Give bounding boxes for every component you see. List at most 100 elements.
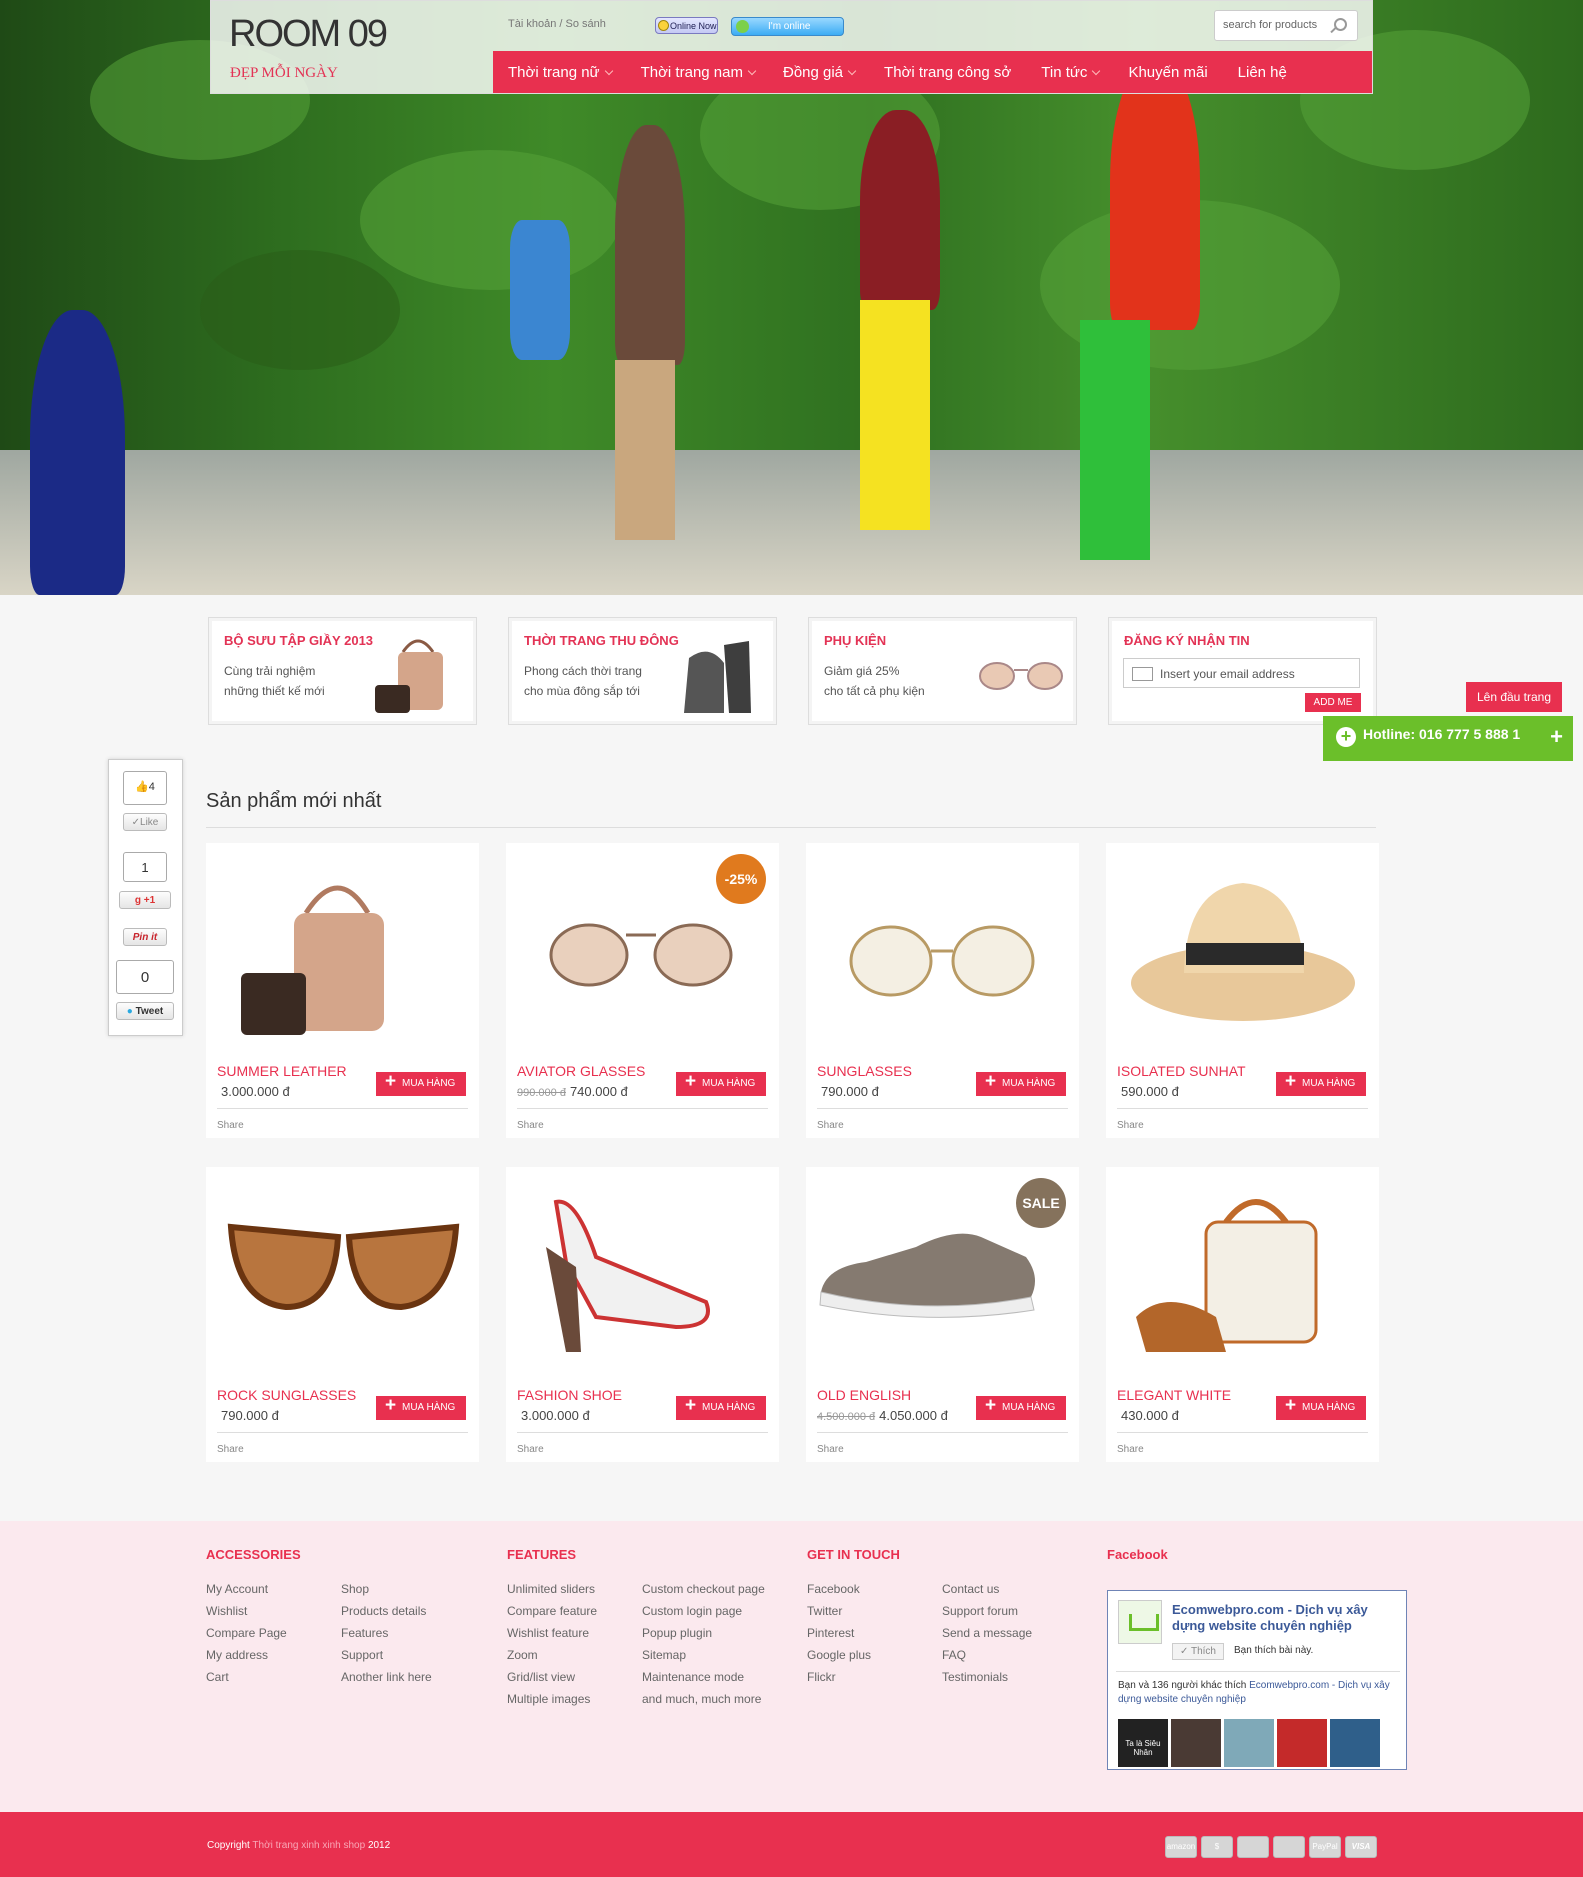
footer-link[interactable]: Another link here — [341, 1666, 432, 1688]
nav-item-thoi-trang-nam[interactable]: Thời trang nam — [641, 51, 757, 93]
nav-item-tin-tuc[interactable]: Tin tức — [1041, 51, 1101, 93]
tweet-button[interactable]: ● Tweet — [116, 1002, 174, 1020]
product-image-bag-shoes[interactable] — [206, 843, 479, 1043]
footer-link[interactable]: Compare Page — [206, 1622, 287, 1644]
footer-link[interactable]: Google plus — [807, 1644, 871, 1666]
fb-like-button[interactable]: ✓Like — [123, 813, 167, 831]
product-name[interactable]: ROCK SUNGLASSES — [217, 1387, 356, 1403]
footer-link[interactable]: Zoom — [507, 1644, 597, 1666]
footer-link[interactable]: Multiple images — [507, 1688, 597, 1710]
footer-link[interactable]: Popup plugin — [642, 1622, 765, 1644]
footer-link[interactable]: Contact us — [942, 1578, 1032, 1600]
product-card[interactable]: -25% AVIATOR GLASSES 990.000 đ 740.000 đ … — [506, 843, 779, 1138]
nav-item-cong-so[interactable]: Thời trang công sở — [884, 51, 1011, 93]
buy-button[interactable]: MUA HÀNG — [676, 1395, 766, 1420]
buy-button[interactable]: MUA HÀNG — [1276, 1071, 1366, 1096]
email-field[interactable]: Insert your email address — [1123, 658, 1360, 688]
gplus-button[interactable]: g +1 — [119, 891, 171, 909]
hotline-bar[interactable]: + Hotline: 016 777 5 888 1 + — [1323, 716, 1573, 761]
back-to-top-button[interactable]: Lên đầu trang — [1466, 682, 1562, 712]
footer-link[interactable]: Unlimited sliders — [507, 1578, 597, 1600]
buy-button[interactable]: MUA HÀNG — [1276, 1395, 1366, 1420]
pinit-button[interactable]: Pin it — [123, 928, 167, 946]
product-name[interactable]: AVIATOR GLASSES — [517, 1063, 645, 1079]
nav-item-dong-gia[interactable]: Đồng giá — [783, 51, 857, 93]
product-card[interactable]: ROCK SUNGLASSES 790.000 đ MUA HÀNG Share — [206, 1167, 479, 1462]
footer-link[interactable]: Sitemap — [642, 1644, 765, 1666]
nav-item-khuyen-mai[interactable]: Khuyến mãi — [1128, 51, 1207, 93]
nav-item-lien-he[interactable]: Liên hệ — [1238, 51, 1287, 93]
product-image-sunglasses[interactable] — [806, 843, 1079, 1043]
product-name[interactable]: SUMMER LEATHER — [217, 1063, 347, 1079]
share-link[interactable]: Share — [517, 1444, 544, 1455]
add-me-button[interactable]: ADD ME — [1305, 693, 1361, 712]
footer-link[interactable]: Shop — [341, 1578, 432, 1600]
nav-item-thoi-trang-nu[interactable]: Thời trang nữ — [508, 51, 613, 93]
skype-status-button[interactable]: I'm online — [731, 17, 844, 36]
footer-link[interactable]: Wishlist — [206, 1600, 287, 1622]
avatar[interactable] — [1330, 1719, 1380, 1767]
buy-button[interactable]: MUA HÀNG — [976, 1395, 1066, 1420]
share-link[interactable]: Share — [817, 1120, 844, 1131]
product-card[interactable]: SALE OLD ENGLISH 4.500.000 đ 4.050.000 đ … — [806, 1167, 1079, 1462]
product-name[interactable]: FASHION SHOE — [517, 1387, 622, 1403]
footer-link[interactable]: Wishlist feature — [507, 1622, 597, 1644]
avatar[interactable] — [1277, 1719, 1327, 1767]
promo-accessories[interactable]: PHỤ KIỆN Giảm giá 25% cho tất cả phụ kiệ… — [808, 617, 1077, 725]
footer-link[interactable]: My address — [206, 1644, 287, 1666]
promo-shoes-2013[interactable]: BỘ SƯU TẬP GIẦY 2013 Cùng trải nghiệm nh… — [208, 617, 477, 725]
product-card[interactable]: SUNGLASSES 790.000 đ MUA HÀNG Share — [806, 843, 1079, 1138]
share-link[interactable]: Share — [1117, 1444, 1144, 1455]
buy-button[interactable]: MUA HÀNG — [376, 1395, 466, 1420]
product-card[interactable]: ELEGANT WHITE 430.000 đ MUA HÀNG Share — [1106, 1167, 1379, 1462]
site-logo[interactable]: ROOM 09 — [229, 13, 388, 56]
footer-link[interactable]: Custom checkout page — [642, 1578, 765, 1600]
footer-link[interactable]: Support — [341, 1644, 432, 1666]
product-name[interactable]: SUNGLASSES — [817, 1063, 912, 1079]
fb-page-name[interactable]: Ecomwebpro.com - Dịch vụ xây dựng websit… — [1172, 1602, 1392, 1634]
share-link[interactable]: Share — [217, 1120, 244, 1131]
avatar[interactable] — [1224, 1719, 1274, 1767]
product-image-elegant-white[interactable] — [1106, 1167, 1379, 1367]
footer-link[interactable]: Cart — [206, 1666, 287, 1688]
buy-button[interactable]: MUA HÀNG — [676, 1071, 766, 1096]
product-name[interactable]: OLD ENGLISH — [817, 1387, 911, 1403]
footer-link[interactable]: Products details — [341, 1600, 432, 1622]
yahoo-status-button[interactable]: Online Now — [655, 17, 718, 34]
footer-link[interactable]: Grid/list view — [507, 1666, 597, 1688]
share-link[interactable]: Share — [517, 1120, 544, 1131]
expand-plus-icon[interactable]: + — [1550, 724, 1563, 750]
footer-link[interactable]: Flickr — [807, 1666, 871, 1688]
product-name[interactable]: ELEGANT WHITE — [1117, 1387, 1231, 1403]
share-link[interactable]: Share — [817, 1444, 844, 1455]
product-image-rock-sunglasses[interactable] — [206, 1167, 479, 1367]
account-compare-links[interactable]: Tài khoản / So sánh — [508, 18, 606, 30]
footer-link[interactable]: Custom login page — [642, 1600, 765, 1622]
buy-button[interactable]: MUA HÀNG — [976, 1071, 1066, 1096]
share-link[interactable]: Share — [217, 1444, 244, 1455]
footer-link[interactable]: Testimonials — [942, 1666, 1032, 1688]
promo-autumn-winter[interactable]: THỜI TRANG THU ĐÔNG Phong cách thời tran… — [508, 617, 777, 725]
buy-button[interactable]: MUA HÀNG — [376, 1071, 466, 1096]
footer-link[interactable]: Features — [341, 1622, 432, 1644]
share-link[interactable]: Share — [1117, 1120, 1144, 1131]
avatar[interactable]: Ta là Siêu Nhân — [1118, 1719, 1168, 1767]
product-card[interactable]: SUMMER LEATHER 3.000.000 đ MUA HÀNG Shar… — [206, 843, 479, 1138]
footer-link[interactable]: Facebook — [807, 1578, 871, 1600]
footer-link[interactable]: FAQ — [942, 1644, 1032, 1666]
footer-link[interactable]: My Account — [206, 1578, 287, 1600]
footer-link[interactable]: and much, much more — [642, 1688, 765, 1710]
footer-link[interactable]: Twitter — [807, 1600, 871, 1622]
product-name[interactable]: ISOLATED SUNHAT — [1117, 1063, 1246, 1079]
search-input[interactable]: search for products — [1214, 10, 1358, 41]
product-card[interactable]: FASHION SHOE 3.000.000 đ MUA HÀNG Share — [506, 1167, 779, 1462]
footer-link[interactable]: Send a message — [942, 1622, 1032, 1644]
copyright-link[interactable]: Thời trang xinh xinh shop — [252, 1840, 365, 1851]
cart-logo-icon[interactable] — [1118, 1600, 1162, 1644]
search-icon[interactable] — [1334, 18, 1347, 31]
footer-link[interactable]: Compare feature — [507, 1600, 597, 1622]
avatar[interactable] — [1171, 1719, 1221, 1767]
product-image-fashion-shoe[interactable] — [506, 1167, 779, 1367]
product-image-sunhat[interactable] — [1106, 843, 1379, 1043]
footer-link[interactable]: Support forum — [942, 1600, 1032, 1622]
